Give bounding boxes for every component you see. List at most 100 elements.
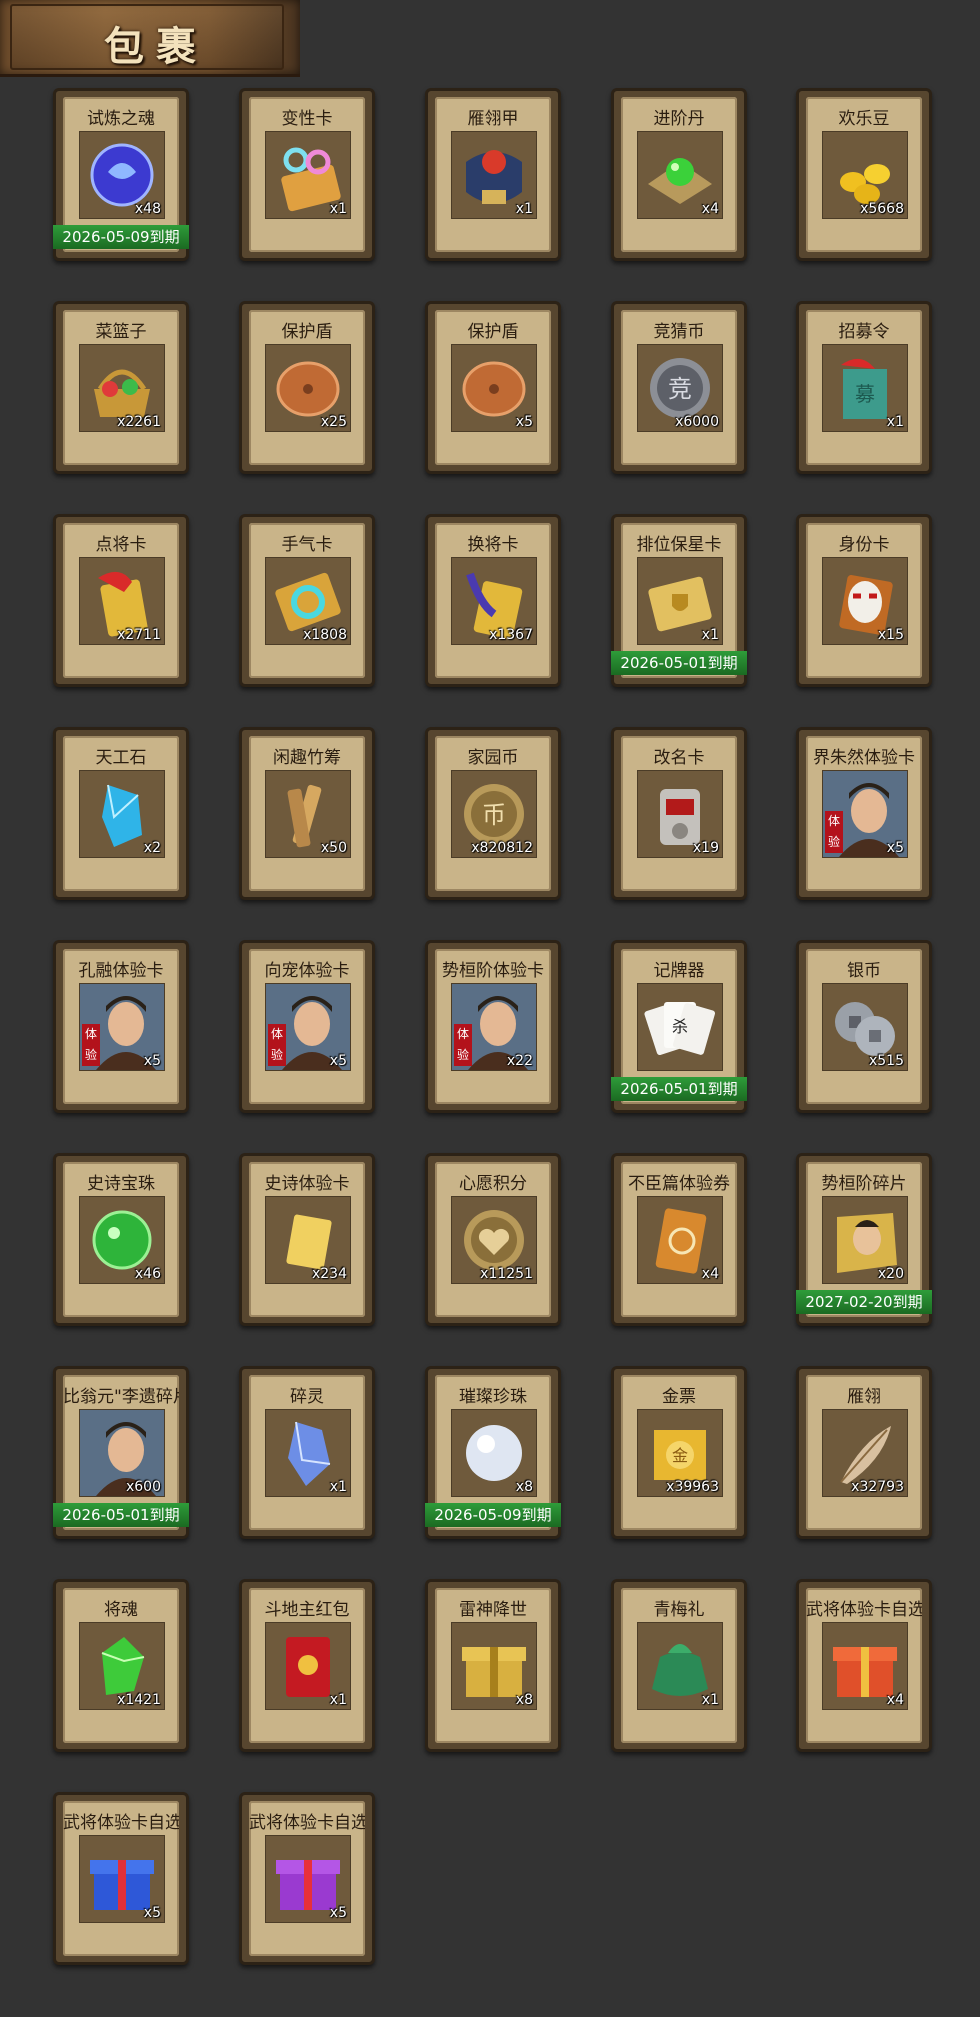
item-count: x8: [515, 1692, 533, 1708]
item-count: x1: [515, 201, 533, 217]
inventory-item-card[interactable]: 武将体验卡自选 x5: [239, 1792, 375, 1965]
item-name: 天工石: [95, 748, 147, 768]
inventory-item-card[interactable]: 势桓阶碎片 x20 2027-02-20到期: [796, 1153, 932, 1326]
inventory-item-card[interactable]: 保护盾 x25: [239, 301, 375, 474]
inventory-item-card[interactable]: 菜篮子 x2261: [53, 301, 189, 474]
svg-text:币: 币: [482, 801, 506, 829]
item-name: 保护盾: [281, 322, 333, 342]
item-count: x1808: [303, 627, 347, 643]
inventory-item-card[interactable]: 心愿积分 x11251: [425, 1153, 561, 1326]
inventory-item-card[interactable]: 保护盾 x5: [425, 301, 561, 474]
item-icon-slot: x32793: [822, 1409, 908, 1497]
item-count: x1421: [117, 1692, 161, 1708]
inventory-item-card[interactable]: 换将卡 x1367: [425, 514, 561, 687]
item-icon-slot: x1: [451, 131, 537, 219]
item-icon-slot: x25: [265, 344, 351, 432]
inventory-item-card[interactable]: 改名卡 x19: [611, 727, 747, 900]
inventory-item-card[interactable]: 手气卡 x1808: [239, 514, 375, 687]
item-count: x820812: [471, 840, 533, 856]
item-expiry-badge: 2027-02-20到期: [796, 1290, 932, 1314]
item-count: x1: [701, 627, 719, 643]
inventory-item-card[interactable]: 武将体验卡自选 x4: [796, 1579, 932, 1752]
inventory-item-card[interactable]: 身份卡 x15: [796, 514, 932, 687]
item-count: x1: [329, 201, 347, 217]
inventory-item-card[interactable]: 斗地主红包 x1: [239, 1579, 375, 1752]
inventory-item-card[interactable]: 天工石 x2: [53, 727, 189, 900]
inventory-item-card[interactable]: 不臣篇体验券 x4: [611, 1153, 747, 1326]
inventory-item-card[interactable]: 进阶丹 x4: [611, 88, 747, 261]
inventory-item-card[interactable]: 记牌器杀 2026-05-01到期: [611, 940, 747, 1113]
item-card-face: 武将体验卡自选 x5: [249, 1801, 365, 1956]
item-icon-slot: x8: [451, 1622, 537, 1710]
item-icon-slot: x1808: [265, 557, 351, 645]
item-icon-slot: x4: [637, 131, 723, 219]
inventory-item-card[interactable]: 排位保星卡 x1 2026-05-01到期: [611, 514, 747, 687]
inventory-item-card[interactable]: 雁翎甲 x1: [425, 88, 561, 261]
item-count: x2261: [117, 414, 161, 430]
item-card-face: 点将卡 x2711: [63, 523, 179, 678]
item-count: x22: [506, 1053, 533, 1069]
inventory-item-card[interactable]: 试炼之魂 x48 2026-05-09到期: [53, 88, 189, 261]
inventory-item-card[interactable]: 武将体验卡自选 x5: [53, 1792, 189, 1965]
item-icon-slot: 金 x39963: [637, 1409, 723, 1497]
inventory-item-card[interactable]: 金票金 x39963: [611, 1366, 747, 1539]
item-icon-slot: x1: [637, 557, 723, 645]
inventory-item-card[interactable]: 雁翎 x32793: [796, 1366, 932, 1539]
inventory-item-card[interactable]: 将魂 x1421: [53, 1579, 189, 1752]
item-name: 变性卡: [281, 109, 333, 129]
item-count: x234: [311, 1266, 347, 1282]
inventory-item-card[interactable]: 史诗宝珠 x46: [53, 1153, 189, 1326]
item-name: 武将体验卡自选: [63, 1813, 179, 1833]
inventory-item-card[interactable]: 银币 x515: [796, 940, 932, 1113]
item-icon-slot: x46: [79, 1196, 165, 1284]
item-expiry-badge: 2026-05-09到期: [425, 1503, 561, 1527]
inventory-item-card[interactable]: 闲趣竹筹 x50: [239, 727, 375, 900]
inventory-item-card[interactable]: 孔融体验卡 体验 x5: [53, 940, 189, 1113]
item-count: x6000: [675, 414, 719, 430]
item-count: x600: [125, 1479, 161, 1495]
inventory-item-card[interactable]: 竞猜币竞 x6000: [611, 301, 747, 474]
item-count: x4: [701, 1266, 719, 1282]
item-card-face: 招募令募 x1: [806, 310, 922, 465]
inventory-item-card[interactable]: 比翁元"李遗碎片 x600 2026-05-01到期: [53, 1366, 189, 1539]
inventory-item-card[interactable]: 史诗体验卡 x234: [239, 1153, 375, 1326]
item-card-face: 碎灵 x1: [249, 1375, 365, 1530]
inventory-item-card[interactable]: 点将卡 x2711: [53, 514, 189, 687]
inventory-item-card[interactable]: 璀璨珍珠 x8 2026-05-09到期: [425, 1366, 561, 1539]
item-name: 换将卡: [467, 535, 519, 555]
inventory-item-card[interactable]: 界朱然体验卡 体验 x5: [796, 727, 932, 900]
inventory-item-card[interactable]: 雷神降世 x8: [425, 1579, 561, 1752]
inventory-item-card[interactable]: 变性卡 x1: [239, 88, 375, 261]
item-name: 招募令: [838, 322, 890, 342]
item-icon-slot: x600: [79, 1409, 165, 1497]
item-icon-slot: 竞 x6000: [637, 344, 723, 432]
item-count: x46: [134, 1266, 161, 1282]
item-card-face: 改名卡 x19: [621, 736, 737, 891]
svg-text:募: 募: [855, 382, 875, 406]
inventory-item-card[interactable]: 青梅礼 x1: [611, 1579, 747, 1752]
item-card-face: 家园币币 x820812: [435, 736, 551, 891]
inventory-item-card[interactable]: 欢乐豆 x5668: [796, 88, 932, 261]
item-card-face: 换将卡 x1367: [435, 523, 551, 678]
item-icon-slot: x515: [822, 983, 908, 1071]
item-name: 竞猜币: [653, 322, 705, 342]
item-name: 比翁元"李遗碎片: [63, 1387, 179, 1407]
item-name: 手气卡: [281, 535, 333, 555]
item-card-face: 身份卡 x15: [806, 523, 922, 678]
inventory-item-card[interactable]: 向宠体验卡 体验 x5: [239, 940, 375, 1113]
item-count: x4: [701, 201, 719, 217]
inventory-item-card[interactable]: 碎灵 x1: [239, 1366, 375, 1539]
item-icon-slot: x1: [637, 1622, 723, 1710]
item-name: 点将卡: [95, 535, 147, 555]
page-title: 包裹: [104, 23, 208, 70]
inventory-item-card[interactable]: 招募令募 x1: [796, 301, 932, 474]
svg-text:杀: 杀: [672, 1017, 688, 1036]
item-card-face: 雁翎甲 x1: [435, 97, 551, 252]
item-card-face: 金票金 x39963: [621, 1375, 737, 1530]
item-name: 排位保星卡: [636, 535, 722, 555]
inventory-item-card[interactable]: 势桓阶体验卡 体验 x22: [425, 940, 561, 1113]
item-count: x48: [134, 201, 161, 217]
inventory-item-card[interactable]: 家园币币 x820812: [425, 727, 561, 900]
item-card-face: 欢乐豆 x5668: [806, 97, 922, 252]
item-name: 将魂: [104, 1600, 138, 1620]
